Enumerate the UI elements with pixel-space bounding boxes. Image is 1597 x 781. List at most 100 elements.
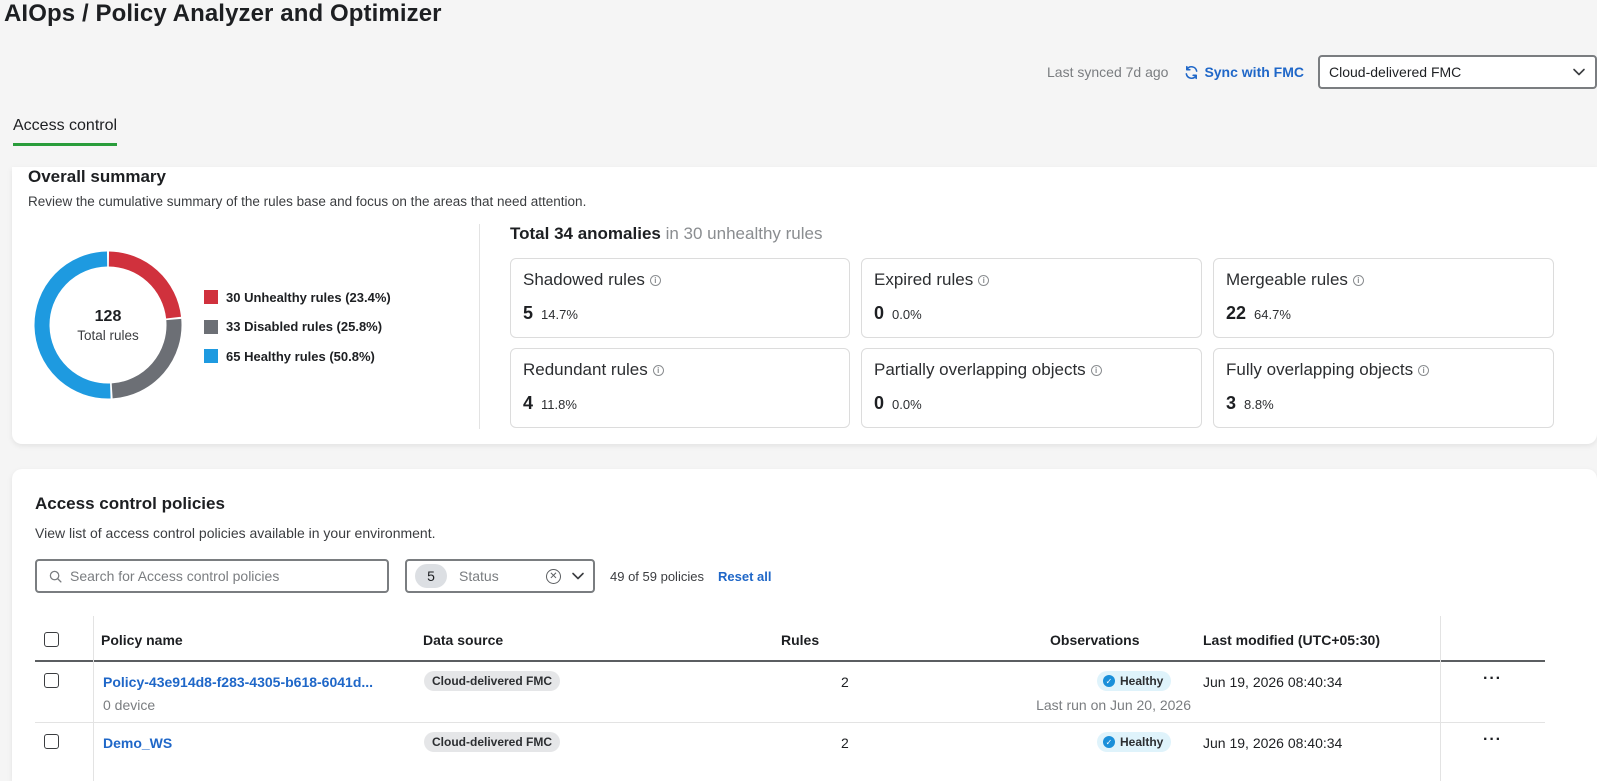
donut-center: 128 Total rules	[32, 249, 184, 401]
row-checkbox[interactable]	[44, 673, 59, 688]
more-icon[interactable]: ···	[1483, 670, 1502, 688]
donut-legend: 30 Unhealthy rules (23.4%) 33 Disabled r…	[204, 287, 391, 376]
column-header-observations[interactable]: Observations	[1050, 632, 1139, 648]
more-icon[interactable]: ···	[1483, 731, 1502, 749]
last-modified-value: Jun 19, 2026 08:40:34	[1203, 674, 1343, 690]
page-title: AIOps / Policy Analyzer and Optimizer	[4, 0, 442, 27]
column-separator	[1440, 723, 1441, 781]
sync-with-fmc-button[interactable]: Sync with FMC	[1184, 64, 1304, 80]
metric-redundant-rules[interactable]: Redundant rules i 4 11.8%	[510, 348, 850, 428]
policy-name-link[interactable]: Policy-43e914d8-f283-4305-b618-6041d...	[103, 674, 373, 690]
table-header: Policy name Data source Rules Observatio…	[35, 616, 1545, 662]
rules-count: 2	[841, 674, 849, 690]
metric-mergeable-rules[interactable]: Mergeable rules i 22 64.7%	[1213, 258, 1554, 338]
info-icon[interactable]: i	[1352, 274, 1364, 286]
metric-count: 0	[874, 393, 885, 413]
fmc-select[interactable]: Cloud-delivered FMC	[1318, 55, 1597, 89]
legend-label: 30 Unhealthy rules (23.4%)	[226, 289, 391, 305]
metric-partially-overlapping-objects[interactable]: Partially overlapping objects i 0 0.0%	[861, 348, 1202, 428]
check-circle-icon: ✓	[1103, 675, 1115, 687]
metric-count: 3	[1226, 393, 1237, 413]
status-label: Healthy	[1120, 674, 1164, 688]
donut-total-label: Total rules	[77, 327, 139, 343]
table-row[interactable]: Demo_WS Cloud-delivered FMC 2 ✓ Healthy J…	[35, 723, 1545, 781]
legend-healthy[interactable]: 65 Healthy rules (50.8%)	[204, 346, 391, 366]
metric-percent: 64.7%	[1254, 307, 1291, 322]
column-header-policy-name[interactable]: Policy name	[101, 632, 183, 648]
metric-expired-rules[interactable]: Expired rules i 0 0.0%	[861, 258, 1202, 338]
chevron-down-icon	[1573, 68, 1585, 76]
policy-search-box	[35, 559, 389, 593]
clear-icon[interactable]: ✕	[546, 568, 561, 584]
metric-percent: 8.8%	[1244, 397, 1274, 412]
info-icon[interactable]: i	[978, 274, 990, 286]
legend-disabled[interactable]: 33 Disabled rules (25.8%)	[204, 317, 391, 337]
column-header-rules[interactable]: Rules	[781, 632, 819, 648]
column-header-data-source[interactable]: Data source	[423, 632, 503, 648]
column-separator	[93, 723, 94, 781]
rules-count: 2	[841, 735, 849, 751]
legend-swatch-unhealthy	[204, 290, 218, 304]
reset-all-button[interactable]: Reset all	[718, 569, 771, 584]
last-run-text: Last run on Jun 20, 2026	[1036, 697, 1191, 713]
info-icon[interactable]: i	[1090, 364, 1102, 376]
metric-percent: 14.7%	[541, 307, 578, 322]
metric-percent: 0.0%	[892, 307, 922, 322]
last-modified-value: Jun 19, 2026 08:40:34	[1203, 735, 1343, 751]
legend-label: 33 Disabled rules (25.8%)	[226, 319, 383, 334]
policy-search-input[interactable]	[70, 568, 370, 584]
metric-name: Expired rules	[874, 270, 974, 289]
summary-description: Review the cumulative summary of the rul…	[28, 194, 587, 209]
policy-name-link[interactable]: Demo_WS	[103, 735, 172, 751]
tab-bar: Access control	[13, 117, 118, 146]
legend-unhealthy[interactable]: 30 Unhealthy rules (23.4%)	[204, 287, 391, 307]
summary-title: Overall summary	[28, 167, 166, 186]
metric-percent: 11.8%	[541, 397, 577, 412]
metric-count: 0	[874, 303, 885, 323]
anomaly-metrics-grid: Shadowed rules i 5 14.7% Expired rules i 00…	[510, 258, 1554, 428]
metric-count: 22	[1226, 303, 1247, 323]
overall-summary-card: Overall summary Review the cumulative su…	[12, 167, 1597, 444]
policy-device-count: 0 device	[103, 697, 156, 713]
row-checkbox[interactable]	[44, 734, 59, 749]
anomalies-total: Total 34 anomalies	[510, 224, 661, 243]
status-filter-placeholder: Status	[459, 568, 499, 584]
metric-fully-overlapping-objects[interactable]: Fully overlapping objects i 3 8.8%	[1213, 348, 1554, 428]
sync-bar: Last synced 7d ago Sync with FMC Cloud-d…	[1047, 55, 1597, 89]
info-icon[interactable]: i	[649, 274, 661, 286]
chevron-down-icon[interactable]	[571, 569, 585, 583]
fmc-select-value: Cloud-delivered FMC	[1329, 64, 1462, 80]
policy-count-text: 49 of 59 policies	[610, 569, 704, 584]
info-icon[interactable]: i	[652, 364, 664, 376]
metric-count: 5	[523, 303, 534, 323]
info-icon[interactable]: i	[1418, 364, 1430, 376]
rules-donut-chart: 128 Total rules	[32, 249, 184, 401]
metric-name: Redundant rules	[523, 360, 648, 379]
donut-total: 128	[94, 307, 122, 325]
metric-count: 4	[523, 393, 534, 413]
column-header-last-modified[interactable]: Last modified (UTC+05:30)	[1203, 632, 1380, 648]
data-source-chip: Cloud-delivered FMC	[424, 671, 561, 691]
legend-swatch-disabled	[204, 319, 218, 334]
policies-table: Policy name Data source Rules Observatio…	[35, 616, 1545, 781]
metric-name: Shadowed rules	[523, 270, 645, 289]
legend-label: 65 Healthy rules (50.8%)	[226, 348, 375, 364]
status-filter-count: 5	[415, 564, 447, 588]
tab-access-control[interactable]: Access control	[13, 117, 118, 146]
metric-name: Mergeable rules	[1226, 270, 1348, 289]
select-all-checkbox[interactable]	[44, 632, 59, 647]
table-row[interactable]: Policy-43e914d8-f283-4305-b618-6041d... …	[35, 662, 1545, 723]
metric-percent: 0.0%	[892, 397, 922, 412]
column-separator	[1440, 616, 1441, 662]
status-label: Healthy	[1120, 735, 1164, 749]
column-separator	[93, 662, 94, 723]
status-filter-select[interactable]: 5 Status ✕	[405, 559, 595, 593]
data-source-chip: Cloud-delivered FMC	[424, 732, 561, 752]
column-separator	[93, 616, 94, 662]
summary-divider	[479, 224, 480, 429]
column-separator	[1440, 662, 1441, 723]
sync-icon	[1185, 65, 1198, 79]
metric-shadowed-rules[interactable]: Shadowed rules i 5 14.7%	[510, 258, 850, 338]
access-control-policies-card: Access control policies View list of acc…	[12, 469, 1597, 781]
check-circle-icon: ✓	[1103, 736, 1115, 748]
